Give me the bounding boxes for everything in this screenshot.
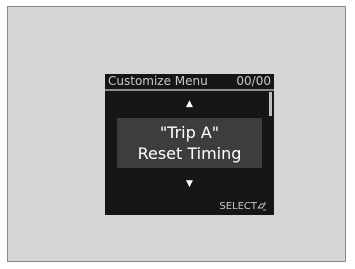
instrument-display: Customize Menu 00/00 ▲ "Trip A" Reset Ti… [105,74,274,215]
menu-item-subtitle[interactable]: Reset Timing [105,144,274,163]
figure-frame: Customize Menu 00/00 ▲ "Trip A" Reset Ti… [7,6,346,262]
chevron-down-icon[interactable]: ▼ [105,179,274,189]
chevron-up-icon[interactable]: ▲ [105,99,274,109]
title-divider [105,89,274,91]
title-bar: Customize Menu 00/00 [105,74,274,88]
menu-title: Customize Menu [108,74,208,88]
selector-knob-icon[interactable] [257,201,267,212]
page-counter: 00/00 [236,74,271,88]
select-hint-label: SELECT [219,201,257,212]
menu-item-title[interactable]: "Trip A" [105,123,274,142]
